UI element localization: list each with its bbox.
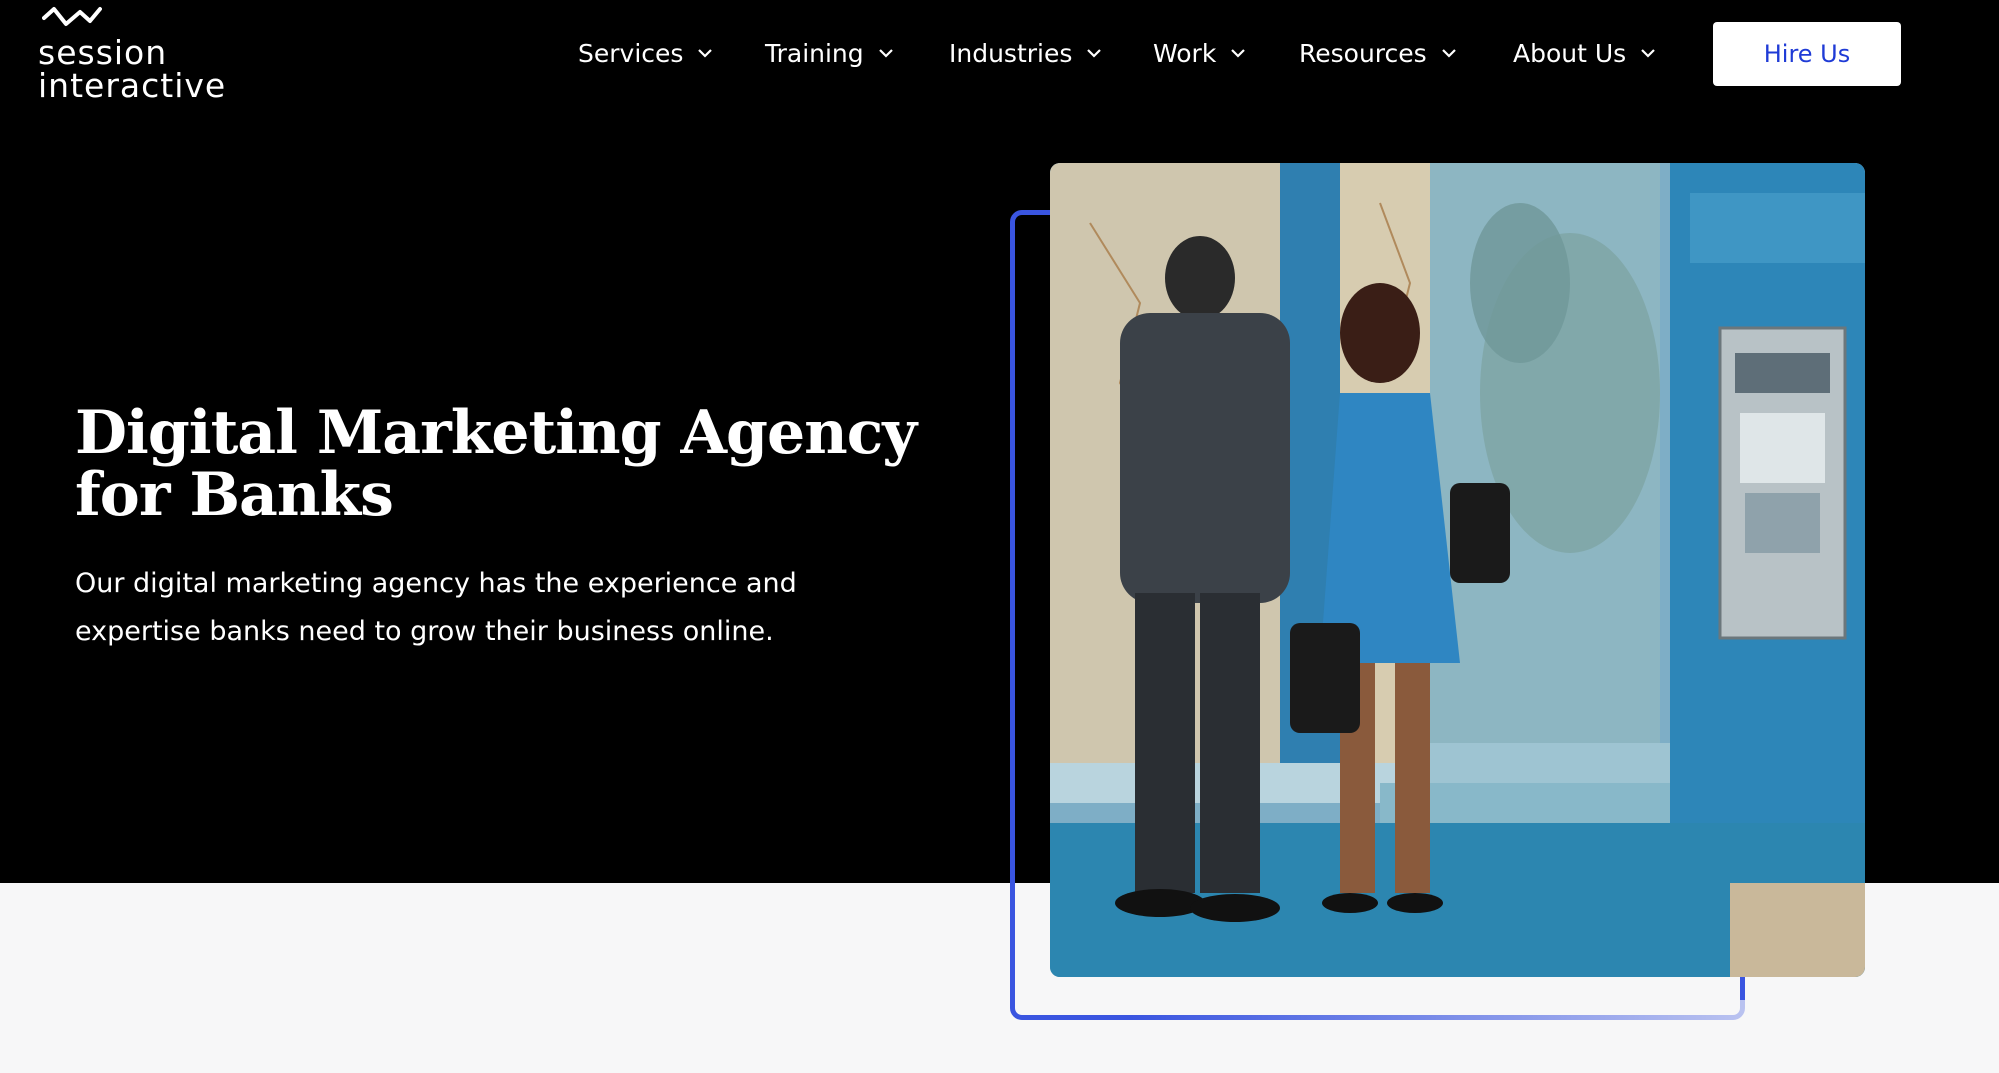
- nav-item-label: Industries: [949, 38, 1073, 68]
- nav-item-label: Services: [578, 38, 684, 68]
- chevron-down-icon: [698, 49, 713, 58]
- hero-subtitle: Our digital marketing agency has the exp…: [75, 568, 797, 647]
- hero-illustration: [1050, 163, 1865, 977]
- chevron-down-icon: [1087, 49, 1102, 58]
- frame-fade: [1130, 1000, 1770, 1030]
- chevron-down-icon: [1231, 49, 1246, 58]
- bank-atm-illustration-icon: [1050, 163, 1865, 977]
- nav-item-resources[interactable]: Resources: [1299, 39, 1459, 68]
- nav-item-label: Resources: [1299, 38, 1427, 68]
- nav-item-services[interactable]: Services: [578, 39, 715, 68]
- chevron-down-icon: [1441, 49, 1456, 58]
- hire-us-button[interactable]: Hire Us: [1713, 22, 1901, 86]
- nav-item-work[interactable]: Work: [1153, 39, 1248, 68]
- nav-item-label: About Us: [1513, 38, 1627, 68]
- chevron-down-icon: [1641, 49, 1655, 58]
- nav-item-training[interactable]: Training: [765, 39, 896, 68]
- logo-wave-icon: [42, 7, 102, 26]
- chevron-down-icon: [878, 49, 893, 58]
- logo-text: session interactive: [38, 36, 226, 102]
- nav-item-about-us[interactable]: About Us: [1513, 39, 1658, 68]
- nav-item-label: Work: [1153, 38, 1217, 68]
- logo-line-2: interactive: [38, 66, 227, 105]
- logo-line-1: session: [38, 33, 168, 72]
- hero-title: Digital Marketing Agency for Banks: [75, 398, 917, 530]
- nav-item-industries[interactable]: Industries: [949, 39, 1104, 68]
- nav-item-label: Training: [765, 38, 864, 68]
